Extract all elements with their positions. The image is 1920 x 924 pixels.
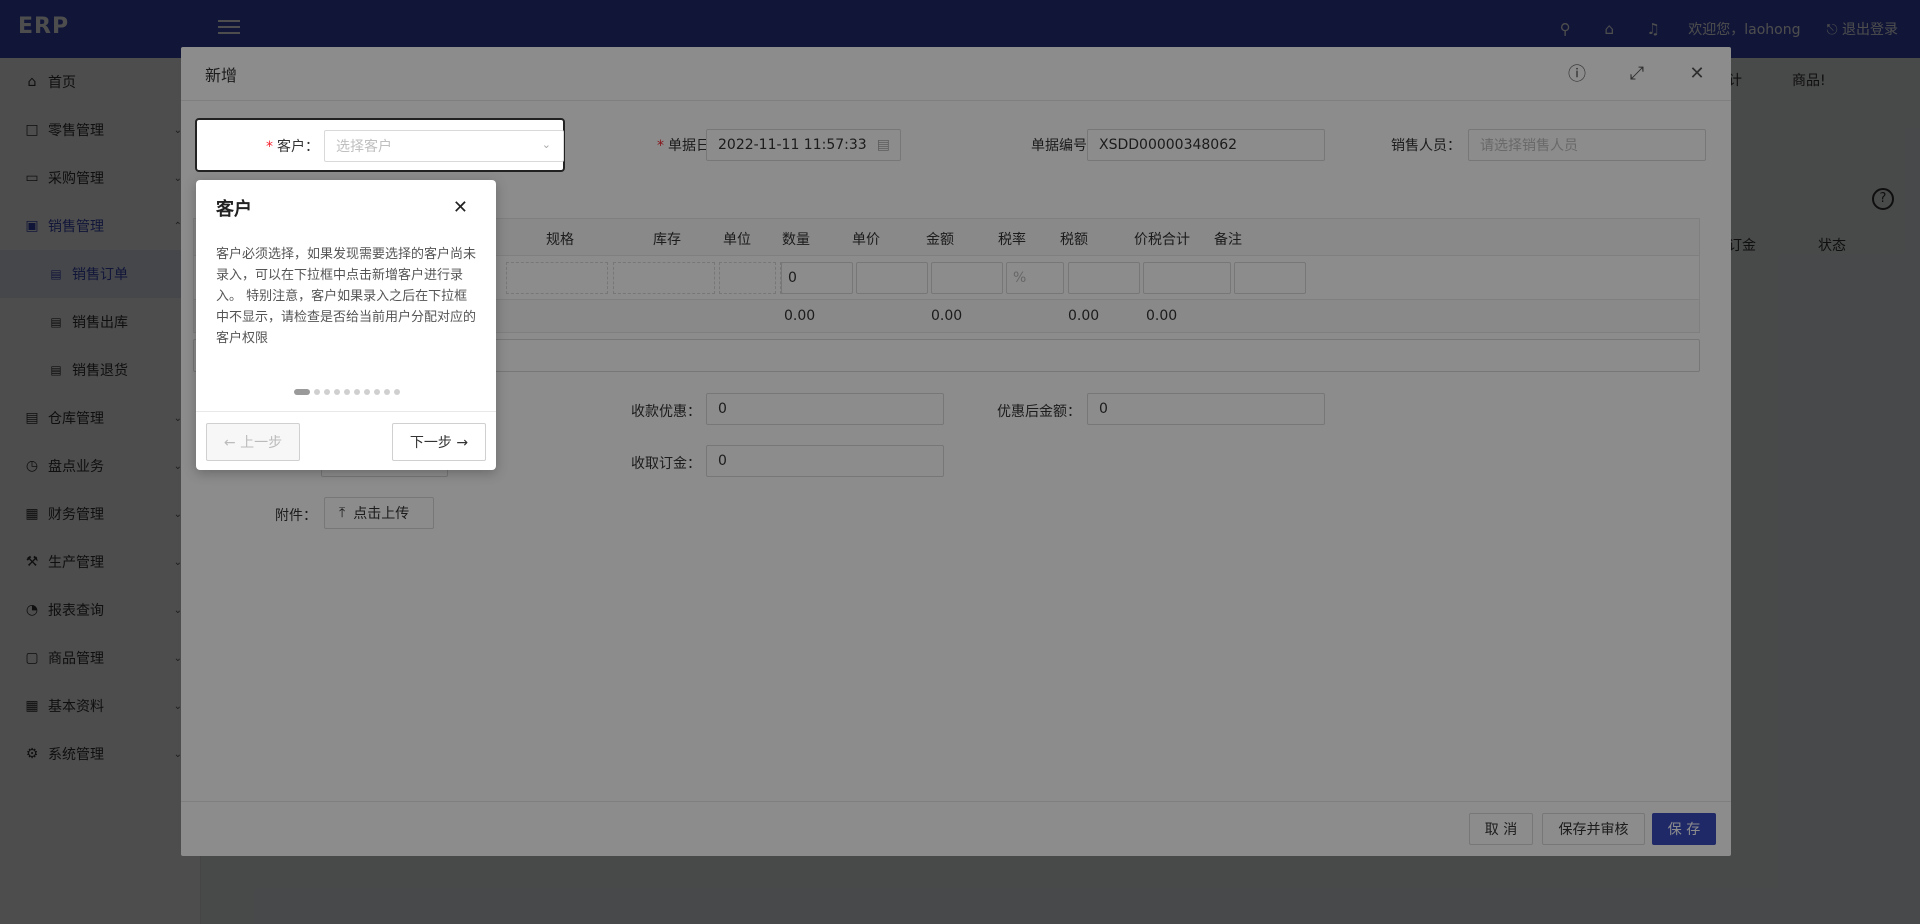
- step-dot[interactable]: [394, 389, 400, 395]
- next-step-button[interactable]: 下一步 →: [392, 423, 486, 461]
- chevron-down-icon: ⌄: [541, 138, 551, 151]
- customer-label: * 客户：: [266, 139, 319, 155]
- tour-popover: 客户 ✕ 客户必须选择，如果发现需要选择的客户尚未录入，可以在下拉框中点击新增客…: [196, 180, 496, 470]
- step-dot[interactable]: [324, 389, 330, 395]
- customer-field-highlight: * 客户： 选择客户 ⌄: [195, 118, 565, 172]
- customer-placeholder: 选择客户: [336, 139, 392, 155]
- tour-title: 客户: [216, 199, 252, 220]
- tour-description: 客户必须选择，如果发现需要选择的客户尚未录入，可以在下拉框中点击新增客户进行录入…: [216, 247, 477, 346]
- tour-footer: ← 上一步 下一步 →: [196, 411, 496, 470]
- step-dot-active[interactable]: [294, 389, 310, 395]
- customer-select[interactable]: 选择客户 ⌄: [324, 130, 564, 162]
- step-dot[interactable]: [354, 389, 360, 395]
- step-dot[interactable]: [384, 389, 390, 395]
- step-dot[interactable]: [364, 389, 370, 395]
- prev-step-button[interactable]: ← 上一步: [206, 423, 300, 461]
- step-dot[interactable]: [314, 389, 320, 395]
- step-dot[interactable]: [374, 389, 380, 395]
- tour-step-indicator: [294, 389, 400, 395]
- step-dot[interactable]: [334, 389, 340, 395]
- step-dot[interactable]: [344, 389, 350, 395]
- close-icon[interactable]: ✕: [453, 197, 468, 218]
